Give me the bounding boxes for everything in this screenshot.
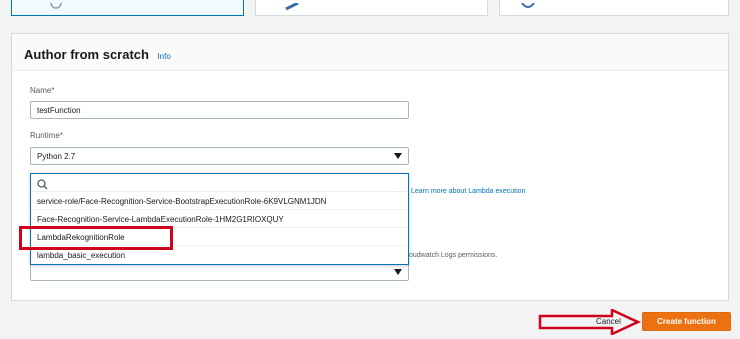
gear-icon [48,0,64,16]
panel-title: Author from scratch [24,47,149,62]
existing-role-select[interactable] [30,263,409,281]
blueprint-card-use-blueprint[interactable] [255,0,488,16]
runtime-label: Runtime* [30,131,63,140]
runtime-selected-value: Python 2.7 [37,152,76,161]
repository-icon [520,0,536,16]
annotation-highlight-box [19,226,173,250]
chevron-down-icon [394,269,402,275]
blueprint-card-browse-repository[interactable] [499,0,729,16]
learn-more-link[interactable]: Learn more about Lambda execution [411,188,525,195]
info-link[interactable]: Info [157,52,170,61]
panel-header: Author from scratch Info [12,34,728,71]
annotation-arrow-icon [538,309,641,335]
blueprint-card-author-from-scratch[interactable] [11,0,244,16]
blueprint-icon [284,0,300,16]
role-dropdown-list: service-role/Face-Recognition-Service-Bo… [30,173,409,265]
logs-permissions-text: oudwatch Logs permissions. [409,252,498,259]
role-search-input[interactable] [31,174,408,192]
name-input[interactable]: testFunction [30,101,409,119]
runtime-select[interactable]: Python 2.7 [30,147,409,165]
name-label: Name* [30,86,55,95]
create-function-button[interactable]: Create function [642,312,731,331]
search-icon [37,177,48,195]
role-option[interactable]: service-role/Face-Recognition-Service-Bo… [31,192,408,210]
chevron-down-icon [394,153,402,159]
